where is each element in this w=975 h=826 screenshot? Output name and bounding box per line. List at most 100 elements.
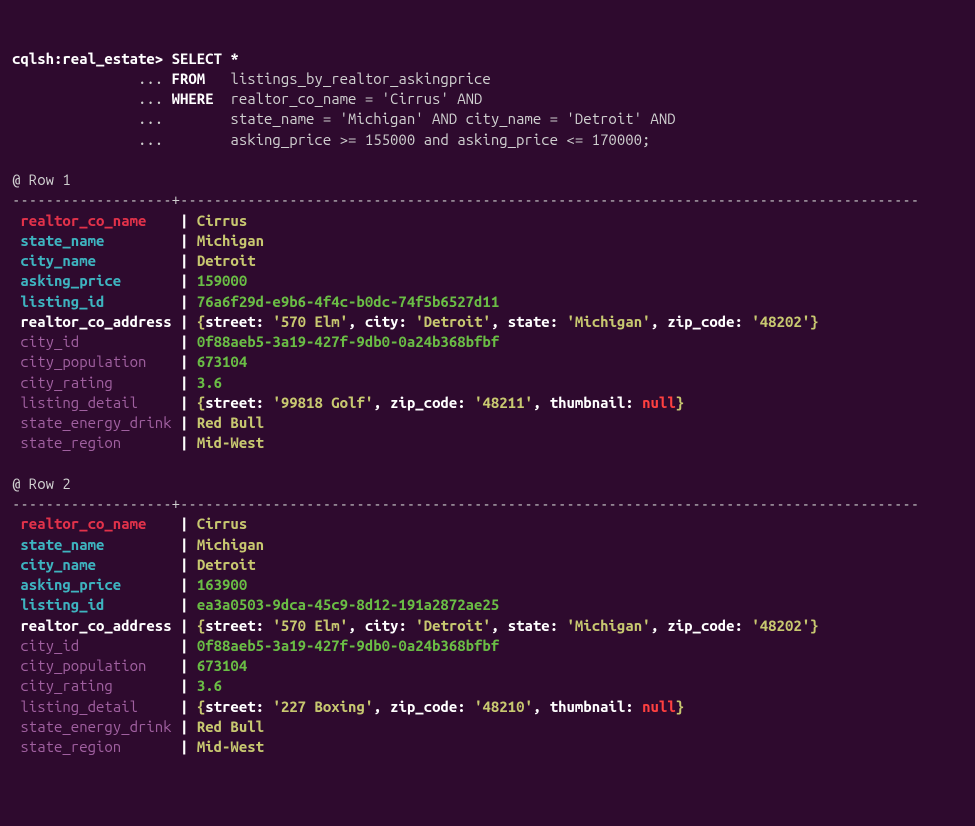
sql-cond2: state_name = 'Michigan' AND city_name = … — [230, 110, 675, 127]
addr-city-k: city: — [365, 313, 407, 330]
col-city-id: city_id — [20, 637, 171, 654]
sep: | — [172, 353, 197, 370]
val-asking-price: 163900 — [197, 576, 247, 593]
prompt-cont: ... — [12, 131, 172, 148]
addr-zip-v: '48202' — [751, 617, 810, 634]
col-city-name: city_name — [20, 252, 171, 269]
sql-select: SELECT — [172, 50, 222, 67]
sep: | — [172, 293, 197, 310]
brace-close: } — [676, 394, 684, 411]
divider: -------------------+--------------------… — [12, 191, 919, 208]
sep: | — [172, 333, 197, 350]
sep: | — [172, 414, 197, 431]
ld-thumb-k: thumbnail: — [550, 394, 634, 411]
addr-street-v: '570 Elm' — [272, 313, 348, 330]
sql-table: listings_by_realtor_askingprice — [230, 70, 490, 87]
sql-star: * — [230, 50, 238, 67]
val-state-energy-drink: Red Bull — [197, 718, 264, 735]
col-state-region: state_region — [20, 738, 171, 755]
sep: | — [172, 536, 197, 553]
val-realtor-co-name: Cirrus — [197, 515, 247, 532]
sep: | — [172, 677, 197, 694]
col-city-name: city_name — [20, 556, 171, 573]
sep: | — [172, 718, 197, 735]
sep: | — [172, 374, 197, 391]
brace-open: { — [197, 617, 205, 634]
addr-zip-v: '48202' — [751, 313, 810, 330]
addr-city-v: 'Detroit' — [415, 617, 491, 634]
addr-zip-k: zip_code: — [667, 313, 743, 330]
sep: | — [172, 738, 197, 755]
row-header-1: @ Row 1 — [12, 171, 71, 188]
sql-cond3: asking_price >= 155000 and asking_price … — [230, 131, 650, 148]
val-city-name: Detroit — [197, 252, 256, 269]
col-realtor-co-address: realtor_co_address — [20, 313, 171, 330]
brace-open: { — [197, 313, 205, 330]
col-city-rating: city_rating — [20, 677, 171, 694]
val-city-rating: 3.6 — [197, 374, 222, 391]
sep: | — [172, 394, 197, 411]
val-listing-id: ea3a0503-9dca-45c9-8d12-191a2872ae25 — [197, 596, 499, 613]
val-state-name: Michigan — [197, 536, 264, 553]
addr-state-k: state: — [508, 313, 558, 330]
col-city-id: city_id — [20, 333, 171, 350]
val-asking-price: 159000 — [197, 272, 247, 289]
sep: | — [172, 252, 197, 269]
prompt-db: cqlsh:real_estate> — [12, 50, 172, 67]
addr-state-v: 'Michigan' — [567, 617, 651, 634]
brace-open: { — [197, 394, 205, 411]
divider: -------------------+--------------------… — [12, 495, 919, 512]
col-state-region: state_region — [20, 434, 171, 451]
sep: | — [172, 576, 197, 593]
col-city-rating: city_rating — [20, 374, 171, 391]
addr-zip-k: zip_code: — [667, 617, 743, 634]
sep: | — [172, 515, 197, 532]
sql-from: FROM — [172, 70, 206, 87]
prompt-cont: ... — [12, 70, 172, 87]
addr-street-k: street: — [205, 617, 264, 634]
sep: | — [172, 617, 197, 634]
row-header-2: @ Row 2 — [12, 475, 71, 492]
brace-close: } — [810, 313, 818, 330]
brace-close: } — [810, 617, 818, 634]
val-state-name: Michigan — [197, 232, 264, 249]
terminal[interactable]: cqlsh:real_estate> SELECT * ... FROM lis… — [12, 49, 963, 758]
sep: | — [172, 657, 197, 674]
sep: | — [172, 556, 197, 573]
val-state-region: Mid-West — [197, 434, 264, 451]
col-city-population: city_population — [20, 657, 171, 674]
sep: | — [172, 637, 197, 654]
ld-thumb-v: null — [642, 394, 676, 411]
addr-city-k: city: — [365, 617, 407, 634]
val-state-region: Mid-West — [197, 738, 264, 755]
prompt-cont: ... — [12, 110, 172, 127]
prompt-cont: ... — [12, 90, 172, 107]
sql-cond1: realtor_co_name = 'Cirrus' AND — [230, 90, 482, 107]
ld-street-v: '99818 Golf' — [272, 394, 373, 411]
val-city-population: 673104 — [197, 353, 247, 370]
sep: | — [172, 272, 197, 289]
ld-zip-k: zip_code: — [390, 394, 466, 411]
sep: | — [172, 313, 197, 330]
col-state-name: state_name — [20, 536, 171, 553]
val-city-population: 673104 — [197, 657, 247, 674]
addr-state-k: state: — [508, 617, 558, 634]
ld-zip-v: '48211' — [474, 394, 533, 411]
ld-street-k: street: — [205, 394, 264, 411]
col-state-energy-drink: state_energy_drink — [20, 718, 171, 735]
val-realtor-co-name: Cirrus — [197, 212, 247, 229]
val-city-rating: 3.6 — [197, 677, 222, 694]
val-city-id: 0f88aeb5-3a19-427f-9db0-0a24b368bfbf — [197, 333, 499, 350]
sep: | — [172, 212, 197, 229]
col-asking-price: asking_price — [20, 272, 171, 289]
col-listing-id: listing_id — [20, 293, 171, 310]
addr-street-v: '570 Elm' — [272, 617, 348, 634]
sep: | — [172, 434, 197, 451]
col-realtor-co-name: realtor_co_name — [20, 515, 171, 532]
val-listing-id: 76a6f29d-e9b6-4f4c-b0dc-74f5b6527d11 — [197, 293, 499, 310]
sep: | — [172, 596, 197, 613]
addr-street-k: street: — [205, 313, 264, 330]
col-city-population: city_population — [20, 353, 171, 370]
col-state-energy-drink: state_energy_drink — [20, 414, 171, 431]
col-listing-detail: listing_detail — [20, 394, 171, 411]
